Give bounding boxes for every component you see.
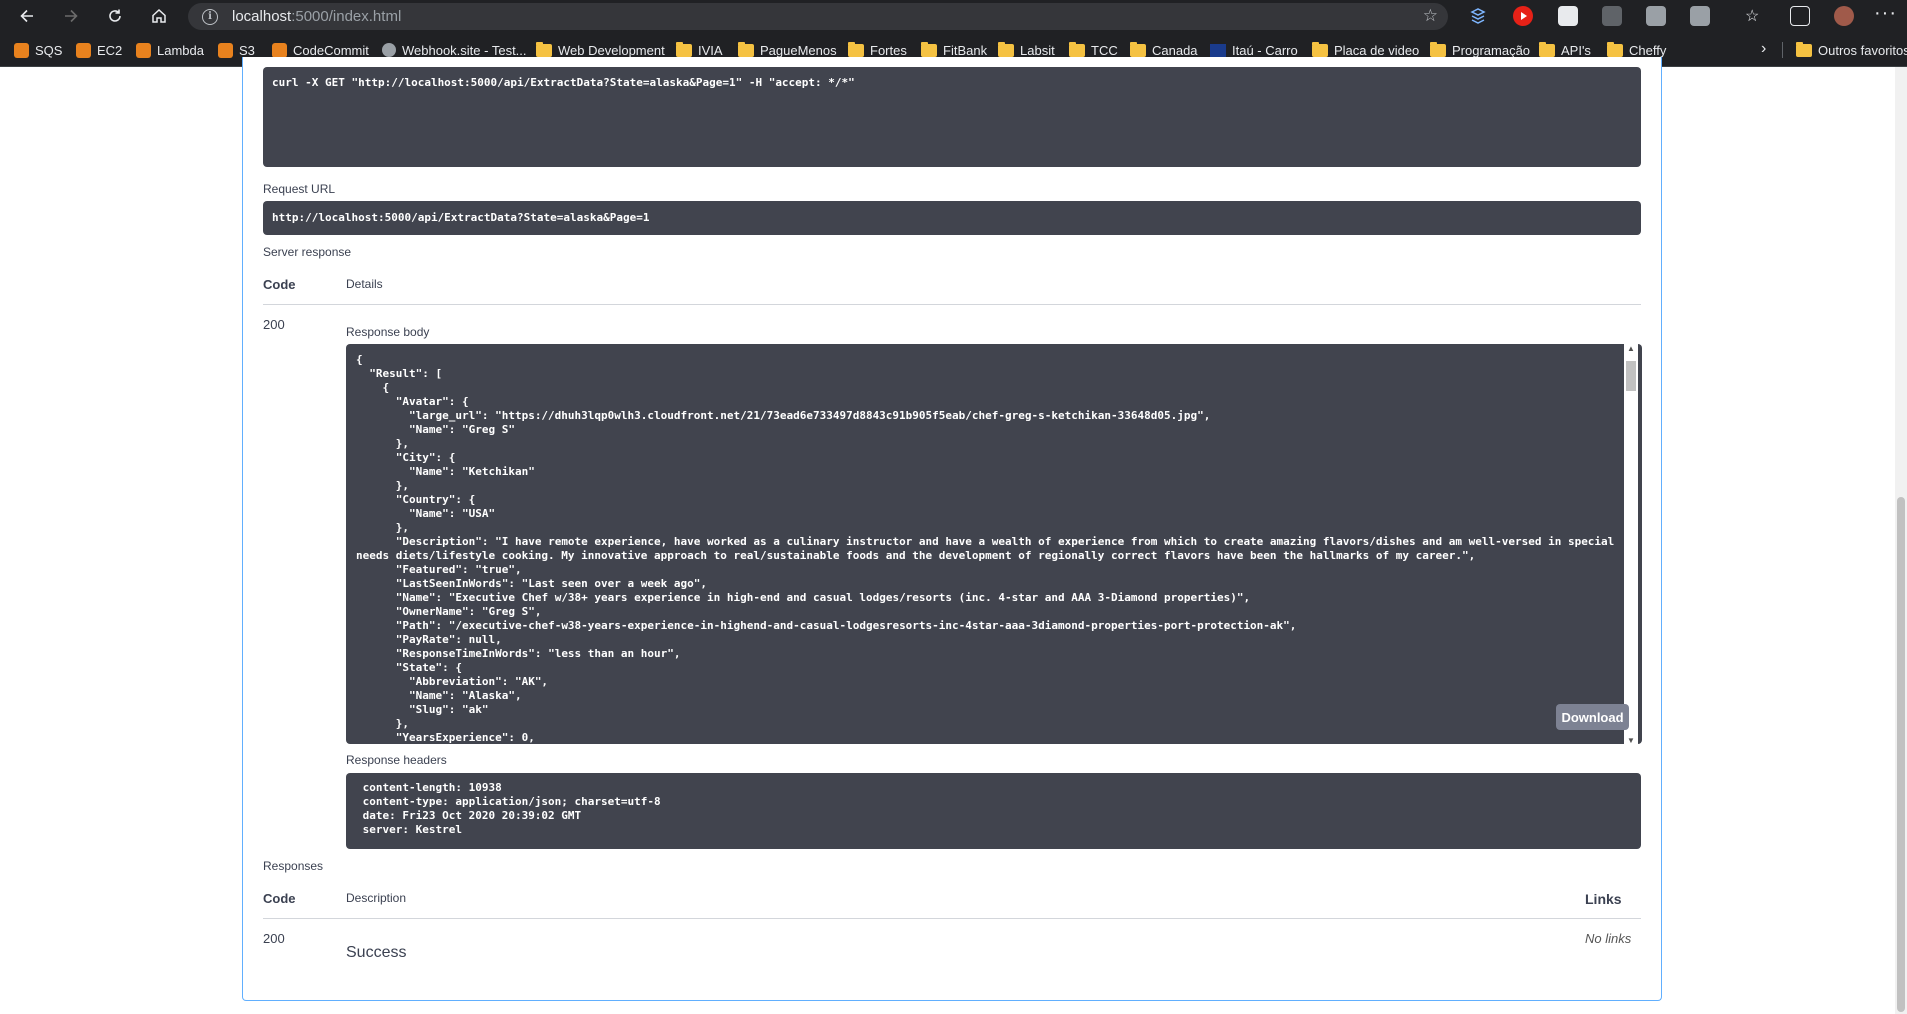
address-bar[interactable]: i localhost:5000/index.html ☆ xyxy=(188,3,1448,30)
other-bookmarks-folder[interactable]: Outros favoritos xyxy=(1796,41,1907,59)
responses-links: No links xyxy=(1585,931,1632,946)
scroll-thumb[interactable] xyxy=(1626,361,1636,391)
response-body-scrollbar[interactable]: ▲ ▼ xyxy=(1624,344,1638,745)
youtube-extension-icon[interactable] xyxy=(1513,6,1533,26)
forward-icon[interactable] xyxy=(56,1,86,31)
url-host: localhost xyxy=(232,8,292,25)
folder-icon xyxy=(921,41,937,57)
collections-icon[interactable] xyxy=(1790,6,1810,26)
folder-icon xyxy=(1430,41,1446,57)
responses-description: Success xyxy=(346,944,407,961)
folder-icon xyxy=(1539,41,1555,57)
responses-description-header: Description xyxy=(346,891,407,905)
favorites-icon[interactable]: ☆ xyxy=(1745,6,1765,26)
curl-box[interactable]: curl -X GET "http://localhost:5000/api/E… xyxy=(263,67,1641,167)
webhook-icon xyxy=(382,43,396,57)
server-response-label: Server response xyxy=(263,245,352,259)
folder-icon xyxy=(1069,41,1085,57)
folder-icon xyxy=(998,41,1014,57)
folder-icon xyxy=(1607,41,1623,57)
bookmark-item[interactable]: Lambda xyxy=(136,41,204,59)
response-body-label: Response body xyxy=(346,325,430,339)
responses-code-header: Code xyxy=(263,891,296,906)
divider xyxy=(263,304,1641,305)
back-icon[interactable] xyxy=(12,1,42,31)
bookmark-item[interactable]: SQS xyxy=(14,41,62,59)
server-response-details-header: Details xyxy=(346,277,383,291)
server-response-code-header: Code xyxy=(263,277,296,292)
request-url-box[interactable]: http://localhost:5000/api/ExtractData?St… xyxy=(263,201,1641,235)
divider xyxy=(263,918,1641,919)
favorite-star-icon[interactable]: ☆ xyxy=(1423,6,1438,26)
more-bookmarks-chevron-icon[interactable]: › xyxy=(1761,40,1766,58)
home-icon[interactable] xyxy=(144,1,174,31)
bookmarks-divider xyxy=(1782,42,1783,58)
aws-icon xyxy=(218,42,233,58)
response-body[interactable]: { "Result": [ { "Avatar": { "large_url":… xyxy=(346,344,1642,744)
responses-label: Responses xyxy=(263,859,324,873)
itau-icon xyxy=(1210,43,1226,57)
response-body-json: { "Result": [ { "Avatar": { "large_url":… xyxy=(356,353,1615,744)
extension-icon-2[interactable] xyxy=(1558,6,1578,26)
responses-links-header: Links xyxy=(1585,891,1622,907)
lambda-icon xyxy=(136,42,151,58)
refresh-icon[interactable] xyxy=(100,1,130,31)
extension-icon-5[interactable] xyxy=(1690,6,1710,26)
download-button[interactable]: Download xyxy=(1556,704,1629,730)
folder-icon xyxy=(1796,41,1812,57)
scroll-down-arrow-icon[interactable]: ▼ xyxy=(1627,736,1635,745)
folder-icon xyxy=(536,41,552,57)
response-headers-text: content-length: 10938 content-type: appl… xyxy=(362,781,661,836)
request-url-label: Request URL xyxy=(263,182,336,196)
swagger-page: curl -X GET "http://localhost:5000/api/E… xyxy=(0,57,1907,1014)
bookmark-item[interactable]: EC2 xyxy=(76,41,122,59)
request-url-value: http://localhost:5000/api/ExtractData?St… xyxy=(272,211,650,224)
page-scroll-thumb[interactable] xyxy=(1897,497,1905,1012)
response-headers-label: Response headers xyxy=(346,753,447,767)
response-headers-box[interactable]: content-length: 10938 content-type: appl… xyxy=(346,773,1641,849)
extension-icon-4[interactable] xyxy=(1646,6,1666,26)
extension-icon[interactable] xyxy=(1468,6,1488,26)
folder-icon xyxy=(676,41,692,57)
curl-command: curl -X GET "http://localhost:5000/api/E… xyxy=(272,76,855,89)
site-info-icon[interactable]: i xyxy=(202,8,218,25)
menu-icon[interactable]: ··· xyxy=(1874,2,1897,25)
browser-toolbar: i localhost:5000/index.html ☆ ☆ ··· xyxy=(0,0,1907,33)
page-scrollbar[interactable] xyxy=(1895,67,1907,1014)
folder-icon xyxy=(1312,41,1328,57)
scroll-up-arrow-icon[interactable]: ▲ xyxy=(1627,344,1635,353)
aws-icon xyxy=(14,42,29,58)
response-status-code: 200 xyxy=(263,317,285,332)
aws-icon xyxy=(76,42,91,58)
extension-icon-3[interactable] xyxy=(1602,6,1622,26)
aws-icon xyxy=(272,42,287,58)
folder-icon xyxy=(848,41,864,57)
folder-icon xyxy=(1130,41,1146,57)
folder-icon xyxy=(738,41,754,57)
url-path: :5000/index.html xyxy=(291,8,402,25)
responses-status-code: 200 xyxy=(263,931,285,946)
avatar[interactable] xyxy=(1834,6,1854,26)
